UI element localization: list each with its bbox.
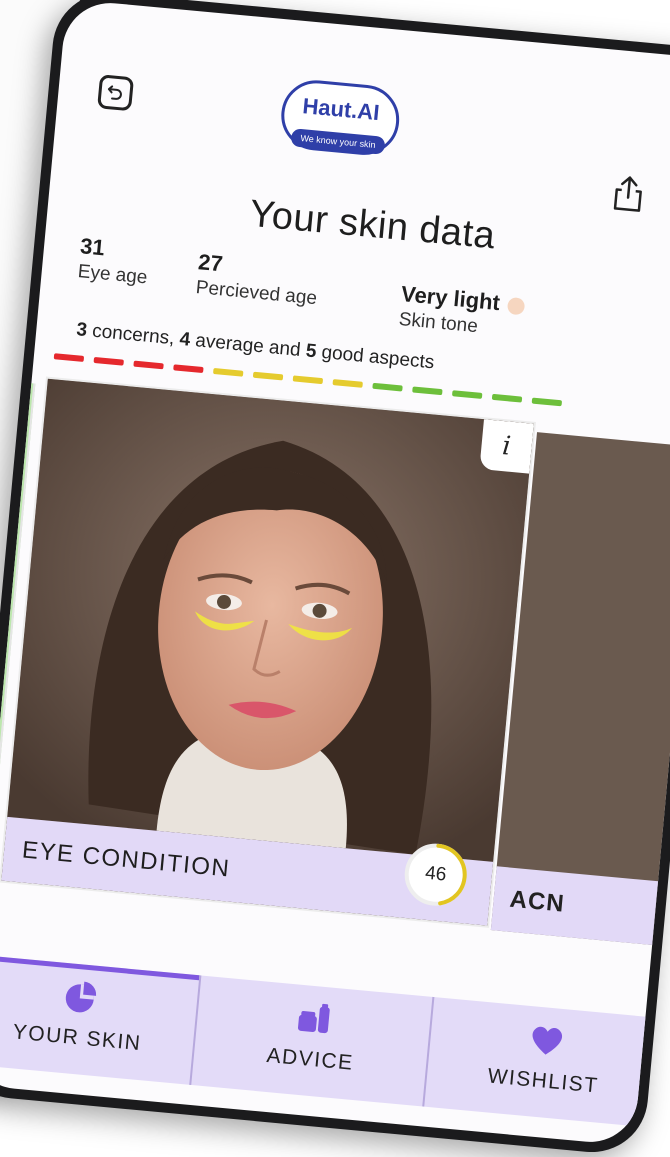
eye-condition-card[interactable]: i EYE CONDITION 46: [1, 378, 534, 926]
aspect-segment-yellow: [213, 367, 244, 377]
nav-advice[interactable]: ADVICE: [189, 975, 433, 1107]
eye-age-label: Eye age: [76, 261, 149, 289]
aspect-segment-green: [451, 390, 483, 399]
nav-advice-label: ADVICE: [265, 1043, 355, 1075]
aspect-segment-red: [53, 353, 85, 362]
aspect-segment-green: [531, 397, 563, 407]
bottom-navigation: YOUR SKIN ADVICE WISHLIST: [0, 953, 666, 1129]
pie-chart-icon: [65, 981, 97, 1013]
app-screen: Haut.AI We know your skin Your skin data…: [0, 0, 670, 1147]
good-text: good aspects: [315, 341, 436, 374]
eye-age-stat: 31 Eye age: [77, 233, 151, 289]
aspect-segment-yellow: [292, 375, 324, 385]
aspect-segment-red: [93, 356, 124, 366]
nav-wishlist[interactable]: WISHLIST: [422, 996, 666, 1129]
heart-icon: [532, 1026, 563, 1055]
skin-tone-stat: Very light Skin tone: [398, 281, 526, 342]
skin-tone-swatch: [506, 296, 526, 316]
nav-your-skin-label: YOUR SKIN: [11, 1020, 143, 1056]
share-icon[interactable]: [610, 172, 648, 215]
aspect-segment-green: [412, 386, 443, 396]
aspect-segment-red: [133, 360, 164, 370]
info-button[interactable]: i: [479, 419, 534, 474]
card-title: EYE CONDITION: [20, 836, 232, 883]
aspect-segment-yellow: [332, 379, 363, 388]
phone-frame: Haut.AI We know your skin Your skin data…: [0, 0, 670, 1157]
aspect-segment-red: [173, 364, 204, 374]
back-button[interactable]: [97, 74, 135, 112]
products-icon: [297, 1003, 330, 1034]
back-icon: [107, 85, 122, 100]
next-card-footer: ACN: [490, 866, 670, 949]
nav-your-skin[interactable]: YOUR SKIN: [0, 954, 199, 1085]
score-badge: 46: [399, 838, 473, 912]
haut-ai-logo: Haut.AI We know your skin: [277, 77, 404, 172]
aspect-segment-yellow: [252, 371, 284, 381]
next-card-title: ACN: [508, 885, 566, 918]
eye-age-value: 31: [79, 233, 106, 261]
aspect-segment-green: [491, 393, 523, 403]
concerns-text: concerns,: [86, 320, 181, 350]
face-photo: [7, 378, 534, 862]
perceived-age-stat: 27 Percieved age: [195, 249, 321, 310]
nav-wishlist-label: WISHLIST: [486, 1064, 600, 1098]
aspect-segment-green: [372, 382, 403, 392]
average-text: average and: [189, 329, 307, 362]
